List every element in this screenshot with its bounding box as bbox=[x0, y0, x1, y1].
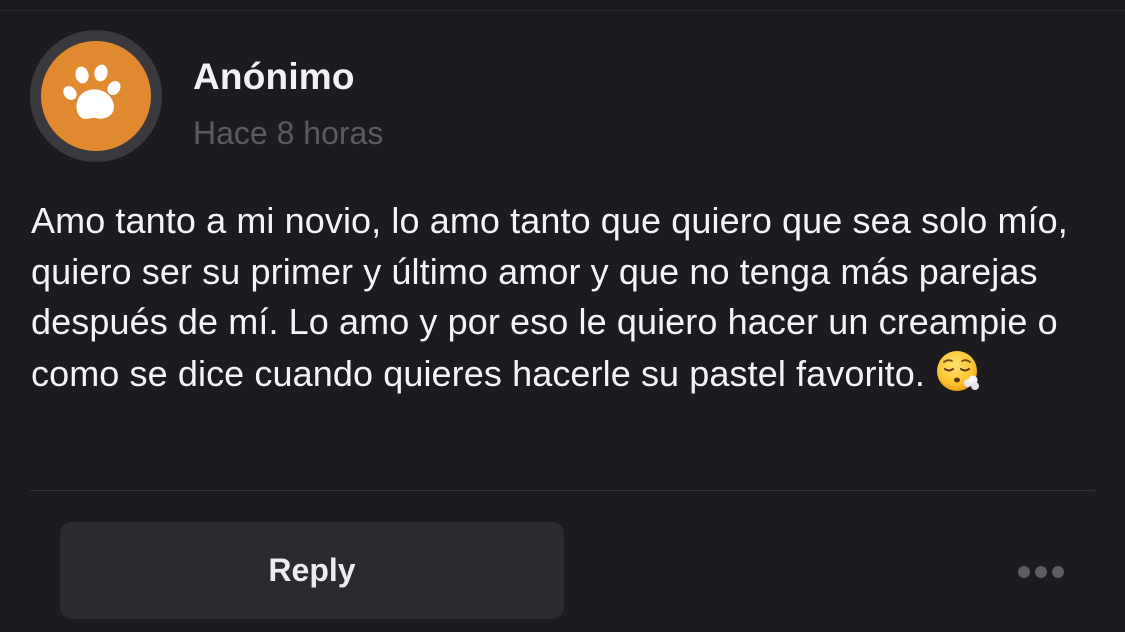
post-body-text: Amo tanto a mi novio, lo amo tanto que q… bbox=[31, 200, 1068, 394]
author-name[interactable]: Anónimo bbox=[193, 56, 355, 98]
more-dots-icon bbox=[1035, 566, 1047, 578]
top-divider bbox=[0, 10, 1125, 11]
more-dots-icon bbox=[1018, 566, 1030, 578]
reply-label: Reply bbox=[268, 552, 356, 588]
more-options-button[interactable] bbox=[1008, 552, 1074, 592]
avatar[interactable] bbox=[30, 30, 162, 162]
reply-button[interactable]: Reply bbox=[60, 522, 564, 619]
paw-icon bbox=[63, 64, 121, 119]
actions-divider bbox=[30, 490, 1095, 491]
avatar-circle bbox=[41, 41, 151, 151]
post-body: Amo tanto a mi novio, lo amo tanto que q… bbox=[31, 196, 1111, 399]
post-timestamp: Hace 8 horas bbox=[193, 115, 384, 151]
more-dots-icon bbox=[1052, 566, 1064, 578]
face-exhaling-icon bbox=[937, 350, 980, 391]
